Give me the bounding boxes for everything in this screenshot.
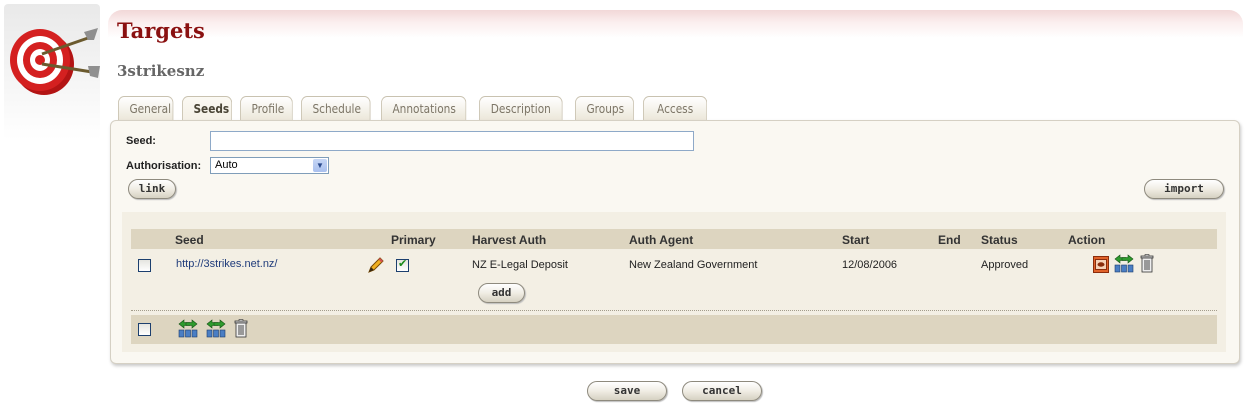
select-all-checkbox[interactable]: [138, 323, 151, 336]
seed-url-link[interactable]: http://3strikes.net.nz/: [176, 258, 278, 270]
target-logo-icon: [10, 28, 100, 95]
authorisation-select[interactable]: Auto ▼: [210, 157, 329, 174]
view-icon[interactable]: [1093, 256, 1109, 273]
seed-label: Seed:: [126, 135, 156, 147]
bulk-actions-row: [131, 315, 1217, 344]
primary-checkbox[interactable]: [396, 257, 409, 272]
column-header-start: Start: [842, 233, 870, 247]
add-auth-button[interactable]: add: [478, 283, 525, 303]
delete-icon[interactable]: [1140, 254, 1154, 273]
chevron-down-icon[interactable]: ▼: [313, 159, 327, 172]
row-select-checkbox[interactable]: [138, 259, 151, 272]
tab-bar: General Seeds Profile Schedule Annotatio…: [118, 96, 717, 122]
tab-access[interactable]: Access: [643, 96, 708, 121]
edit-pencil-icon[interactable]: [367, 256, 385, 274]
tab-seeds[interactable]: Seeds: [182, 96, 233, 121]
target-name: 3strikesnz: [117, 62, 205, 80]
tab-profile[interactable]: Profile: [240, 96, 293, 121]
column-header-seed: Seed: [175, 233, 204, 247]
header-band: [108, 10, 1243, 38]
column-header-primary: Primary: [391, 233, 436, 247]
logo-panel: [4, 4, 100, 140]
link-icon[interactable]: [1114, 254, 1134, 273]
row-separator: [131, 310, 1217, 311]
column-header-status: Status: [981, 233, 1018, 247]
tab-groups[interactable]: Groups: [575, 96, 634, 121]
page-title: Targets: [117, 18, 205, 43]
import-button[interactable]: import: [1144, 179, 1224, 199]
link-button[interactable]: link: [128, 179, 176, 199]
status-value: Approved: [981, 259, 1029, 271]
seed-input[interactable]: [210, 131, 694, 151]
auth-agent-value: New Zealand Government: [629, 259, 758, 271]
harvest-auth-value: NZ E-Legal Deposit: [472, 259, 568, 271]
delete-icon[interactable]: [234, 319, 248, 338]
column-header-auth-agent: Auth Agent: [629, 233, 694, 247]
column-header-action: Action: [1068, 233, 1106, 247]
unlink-icon[interactable]: [206, 319, 226, 338]
column-header-harvest-auth: Harvest Auth: [472, 233, 547, 247]
tab-schedule[interactable]: Schedule: [301, 96, 371, 121]
tab-annotations[interactable]: Annotations: [381, 96, 467, 121]
cancel-button[interactable]: cancel: [682, 381, 762, 401]
authorisation-selected-value: Auto: [215, 159, 238, 171]
start-date-value: 12/08/2006: [842, 259, 898, 271]
authorisation-label: Authorisation:: [126, 160, 202, 172]
link-icon[interactable]: [178, 319, 198, 338]
tab-general[interactable]: General: [118, 96, 174, 121]
column-header-end: End: [938, 233, 961, 247]
tab-description[interactable]: Description: [479, 96, 563, 121]
save-button[interactable]: save: [587, 381, 667, 401]
